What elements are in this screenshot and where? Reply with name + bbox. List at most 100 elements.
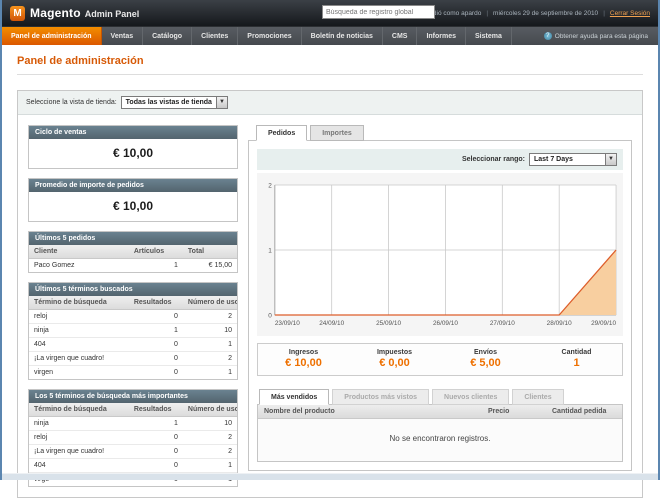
table-row[interactable]: 404 0 1 [29,338,237,352]
nav-item-clientes[interactable]: Clientes [192,27,238,45]
logout-link[interactable]: Cerrar Sesión [610,10,650,17]
svg-text:2: 2 [268,182,272,189]
totals-bar: Ingresos € 10,00 Impuestos € 0,00 Envíos… [257,343,623,376]
tab-importes[interactable]: Importes [310,125,364,141]
term-cell: ¡La virgen que cuadro! [29,445,129,459]
results-cell: 1 [129,324,183,338]
store-switcher-label: Seleccione la vista de tienda: [26,99,117,106]
total-ingresos: Ingresos € 10,00 [258,344,349,375]
separator: | [481,10,493,17]
tab-pedidos[interactable]: Pedidos [256,125,307,141]
total-cantidad: Cantidad 1 [531,344,622,375]
chart-tabs: Pedidos Importes [248,125,632,141]
last-orders-table: Cliente Artículos Total Paco Gomez 1 € 1… [29,245,237,272]
range-select[interactable]: Last 7 Days ▼ [529,153,617,166]
orders-chart: 01223/09/1024/09/1025/09/1026/09/1027/09… [257,173,623,336]
table-row[interactable]: ninja 1 10 [29,417,237,431]
nav-item-sistema[interactable]: Sistema [466,27,512,45]
column-header: Total [183,245,237,259]
store-view-select[interactable]: Todas las vistas de tienda ▼ [121,96,228,109]
average-order-title: Promedio de importe de pedidos [29,179,237,192]
average-order-value: € 10,00 [29,192,237,221]
customer-cell: Paco Gomez [29,259,129,273]
uses-cell: 1 [183,338,237,352]
table-row[interactable]: ¡La virgen que cuadro! 0 2 [29,352,237,366]
tab-clientes: Clientes [512,389,563,405]
table-row[interactable]: Paco Gomez 1 € 15,00 [29,259,237,273]
chevron-down-icon: ▼ [605,154,616,165]
column-header: Resultados [129,296,183,310]
nav-item-dashboard[interactable]: Panel de administración [2,27,102,45]
nav-item-boletin[interactable]: Boletín de noticias [302,27,383,45]
table-row[interactable]: reloj 0 2 [29,431,237,445]
uses-cell: 2 [183,352,237,366]
total-cell: € 15,00 [183,259,237,273]
svg-text:29/09/10: 29/09/10 [591,320,616,327]
logo-text: Magento [30,6,81,20]
total-label: Impuestos [349,349,440,356]
table-row[interactable]: 404 0 1 [29,459,237,473]
svg-text:24/09/10: 24/09/10 [319,320,344,327]
last-search-terms-table: Término de búsqueda Resultados Número de… [29,296,237,379]
column-header: Resultados [129,403,183,417]
chevron-down-icon: ▼ [216,97,227,108]
range-selector-bar: Seleccionar rango: Last 7 Days ▼ [257,149,623,170]
total-label: Ingresos [258,349,349,356]
help-link[interactable]: ? Obtener ayuda para esta página [544,27,658,45]
help-label: Obtener ayuda para esta página [555,33,648,40]
lifetime-sales-box: Ciclo de ventas € 10,00 [28,125,238,169]
range-label: Seleccionar rango: [462,156,525,163]
empty-records-message: No se encontraron registros. [258,419,622,461]
tab-mas-vendidos[interactable]: Más vendidos [259,389,329,405]
column-header: Término de búsqueda [29,403,129,417]
column-header: Número de usos [183,403,237,417]
results-cell: 0 [129,366,183,380]
grid-header-row: Nombre del producto Precio Cantidad pedi… [258,405,622,419]
table-row[interactable]: virgen 0 1 [29,366,237,380]
current-date-label: miércoles 29 de septiembre de 2010 [493,10,598,17]
svg-text:27/09/10: 27/09/10 [490,320,515,327]
lifetime-sales-value: € 10,00 [29,139,237,168]
nav-item-cms[interactable]: CMS [383,27,418,45]
bestsellers-grid: Nombre del producto Precio Cantidad pedi… [257,404,623,462]
last-orders-title: Últimos 5 pedidos [29,232,237,245]
top-header: M Magento Admin Panel Accedió como apard… [2,0,658,26]
store-switcher-bar: Seleccione la vista de tienda: Todas las… [18,91,642,115]
table-row[interactable]: ninja 1 10 [29,324,237,338]
svg-text:23/09/10: 23/09/10 [275,320,300,327]
table-row[interactable]: reloj 0 2 [29,310,237,324]
term-cell: virgen [29,366,129,380]
svg-text:26/09/10: 26/09/10 [433,320,458,327]
results-cell: 0 [129,338,183,352]
uses-cell: 2 [183,445,237,459]
nav-item-ventas[interactable]: Ventas [102,27,144,45]
total-envios: Envíos € 5,00 [440,344,531,375]
last-orders-box: Últimos 5 pedidos Cliente Artículos Tota… [28,231,238,273]
nav-item-informes[interactable]: Informes [417,27,466,45]
dashboard-left-column: Ciclo de ventas € 10,00 Promedio de impo… [28,125,238,487]
uses-cell: 2 [183,310,237,324]
global-search-input[interactable] [322,5,435,19]
nav-item-catalogo[interactable]: Catálogo [143,27,192,45]
total-label: Cantidad [531,349,622,356]
dashboard-container: Seleccione la vista de tienda: Todas las… [17,90,643,498]
uses-cell: 1 [183,459,237,473]
results-cell: 1 [129,417,183,431]
nav-item-promociones[interactable]: Promociones [238,27,301,45]
total-value: € 0,00 [349,357,440,369]
term-cell: ¡La virgen que cuadro! [29,352,129,366]
page-title: Panel de administración [17,55,643,67]
bottom-frame-strip [2,473,658,480]
term-cell: 404 [29,338,129,352]
main-nav: Panel de administración Ventas Catálogo … [2,26,658,45]
svg-text:0: 0 [268,312,272,319]
items-cell: 1 [129,259,183,273]
term-cell: reloj [29,431,129,445]
range-select-value: Last 7 Days [530,154,577,165]
column-header: Término de búsqueda [29,296,129,310]
table-row[interactable]: ¡La virgen que cuadro! 0 2 [29,445,237,459]
column-header: Número de usos [183,296,237,310]
results-cell: 0 [129,310,183,324]
results-cell: 0 [129,352,183,366]
tab-nuevos-clientes: Nuevos clientes [432,389,509,405]
